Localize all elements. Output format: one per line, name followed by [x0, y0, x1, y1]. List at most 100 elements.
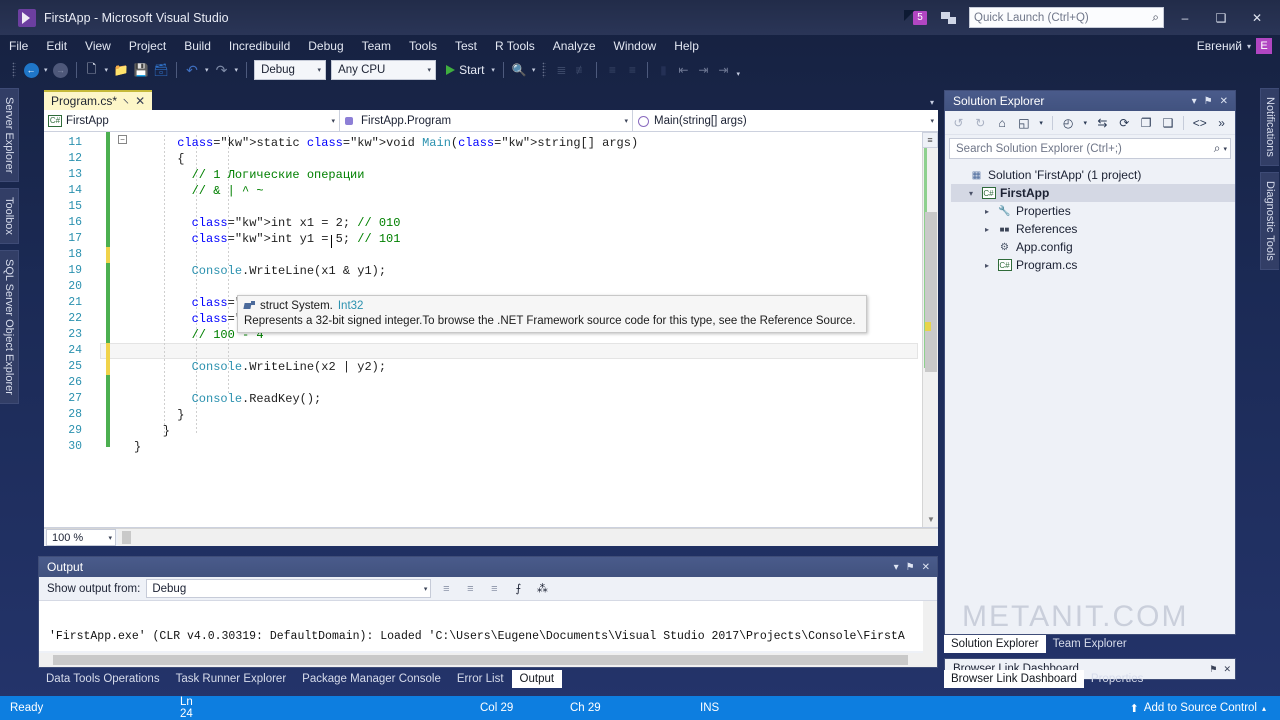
tab-browser-link-dashboard[interactable]: Browser Link Dashboard — [944, 670, 1084, 688]
output-text[interactable]: 'FirstApp.exe' (CLR v4.0.30319: DefaultD… — [39, 601, 937, 651]
tab-team-explorer[interactable]: Team Explorer — [1046, 635, 1134, 653]
navigate-forward-button[interactable]: → — [51, 59, 71, 81]
increase-indent-icon[interactable]: ≡ — [602, 59, 622, 81]
refresh-icon[interactable]: ⟳ — [1115, 113, 1134, 132]
editor-horizontal-scrollbar[interactable]: 100 % ▾ — [44, 528, 938, 546]
decrease-indent-icon[interactable]: ≡ — [622, 59, 642, 81]
chevron-down-icon[interactable]: ▾ — [1220, 145, 1227, 153]
collapse-all-icon[interactable]: ❐ — [1137, 113, 1156, 132]
find-message-icon[interactable]: ≡ — [437, 580, 455, 598]
toolbar-grip-2[interactable] — [542, 62, 547, 78]
close-icon[interactable]: ✕ — [135, 94, 145, 108]
tab-properties[interactable]: Properties — [1084, 670, 1150, 688]
menu-item-team[interactable]: Team — [353, 37, 400, 55]
avatar[interactable]: E — [1256, 38, 1272, 54]
add-to-source-control-button[interactable]: ⬆ Add to Source Control ▴ — [1130, 702, 1280, 715]
tree-node-properties[interactable]: ▸ 🔧 Properties — [951, 202, 1235, 220]
clear-bookmarks-icon[interactable]: ⇥ — [713, 59, 733, 81]
menu-item-debug[interactable]: Debug — [299, 37, 352, 55]
bottom-tab-data-tools-operations[interactable]: Data Tools Operations — [38, 670, 168, 688]
show-all-files-icon[interactable]: ◱ — [1015, 113, 1034, 132]
account-group[interactable]: Евгений ▾ E — [1197, 38, 1280, 54]
horizontal-scroll-track[interactable] — [118, 529, 936, 546]
output-horizontal-scrollbar[interactable] — [39, 653, 937, 667]
twisty-icon[interactable]: ▸ — [981, 207, 993, 216]
menu-item-build[interactable]: Build — [175, 37, 220, 55]
quick-find-icon[interactable]: 🔍 — [509, 59, 529, 81]
properties-icon[interactable]: ❑ — [1159, 113, 1178, 132]
redo-icon[interactable]: ↷ — [212, 59, 232, 81]
split-view-handle[interactable]: ≡ — [922, 132, 938, 148]
bottom-tab-output[interactable]: Output — [511, 670, 563, 688]
dock-tab-server-explorer[interactable]: Server Explorer — [0, 88, 19, 183]
quick-launch-input[interactable]: Quick Launch (Ctrl+Q) ⌕ — [969, 7, 1164, 28]
tree-node-firstapp[interactable]: ▾ C# FirstApp — [951, 184, 1235, 202]
save-all-icon[interactable]: 🗃 — [151, 59, 171, 81]
menu-item-file[interactable]: File — [0, 37, 37, 55]
menu-item-help[interactable]: Help — [665, 37, 708, 55]
dock-tab-diagnostic-tools[interactable]: Diagnostic Tools — [1260, 171, 1279, 270]
zoom-level-combo[interactable]: 100 % ▾ — [46, 529, 116, 546]
menu-item-view[interactable]: View — [76, 37, 120, 55]
tree-node-references[interactable]: ▸ ■■ References — [951, 220, 1235, 238]
view-code-icon[interactable]: <> — [1190, 113, 1209, 132]
output-source-combo[interactable]: Debug ▾ — [146, 579, 432, 598]
minimize-button[interactable]: – — [1170, 6, 1200, 30]
navbar-project-combo[interactable]: C# FirstApp ▾ — [44, 110, 340, 131]
pin-icon[interactable]: – — [120, 95, 133, 108]
bottom-tab-error-list[interactable]: Error List — [449, 670, 512, 688]
solution-platform-combo[interactable]: Any CPU ▾ — [331, 60, 437, 80]
dock-tab-sql-server-object-explorer[interactable]: SQL Server Object Explorer — [0, 250, 19, 405]
new-project-dropdown-icon[interactable]: ▾ — [102, 66, 112, 74]
solution-explorer-search-input[interactable]: Search Solution Explorer (Ctrl+;) ⌕ ▾ — [949, 138, 1231, 159]
toolbar-grip[interactable] — [12, 62, 16, 78]
pending-changes-filter-icon[interactable]: ◴ — [1059, 113, 1078, 132]
menu-item-tools[interactable]: Tools — [400, 37, 446, 55]
menu-item-analyze[interactable]: Analyze — [544, 37, 605, 55]
chevron-down-icon[interactable]: ▾ — [894, 562, 899, 573]
menu-item-test[interactable]: Test — [446, 37, 486, 55]
send-feedback-icon[interactable] — [941, 11, 957, 25]
quick-find-dropdown-icon[interactable]: ▾ — [529, 66, 539, 74]
undo-icon[interactable]: ↶ — [182, 59, 202, 81]
dock-tab-toolbox[interactable]: Toolbox — [0, 188, 19, 245]
editor-vertical-scrollbar[interactable]: ▲ ▼ — [922, 132, 938, 527]
close-button[interactable]: ✕ — [1242, 6, 1272, 30]
previous-bookmark-icon[interactable]: ⇤ — [673, 59, 693, 81]
chevron-down-icon[interactable]: ▾ — [1192, 96, 1197, 107]
twisty-icon[interactable]: ▸ — [981, 225, 993, 234]
pin-icon[interactable]: ⚑ — [906, 562, 915, 573]
twisty-icon[interactable]: ▸ — [981, 261, 993, 270]
go-to-previous-icon[interactable]: ≡ — [461, 580, 479, 598]
clear-all-icon[interactable]: ⨍ — [509, 580, 527, 598]
toggle-bookmark-icon[interactable]: ▮ — [653, 59, 673, 81]
navbar-type-combo[interactable]: FirstApp.Program ▾ — [340, 110, 633, 131]
navigate-backward-button[interactable]: ← — [21, 59, 41, 81]
start-dropdown-icon[interactable]: ▾ — [488, 66, 498, 74]
comment-selection-icon[interactable]: ≣ — [551, 59, 571, 81]
close-icon[interactable]: ✕ — [1220, 96, 1228, 107]
tabstrip-overflow-icon[interactable]: ▾ — [930, 98, 938, 110]
chevron-down-icon-2[interactable]: ▾ — [1081, 113, 1090, 132]
bottom-tab-package-manager-console[interactable]: Package Manager Console — [294, 670, 449, 688]
code-surface[interactable]: − 11 12 13 14 15 16 17 18 19 20 21 22 23 24 25 26 27 28 29… — [44, 132, 938, 528]
bottom-tab-task-runner-explorer[interactable]: Task Runner Explorer — [168, 670, 295, 688]
menu-item-window[interactable]: Window — [605, 37, 666, 55]
notifications-button[interactable]: 5 — [904, 10, 927, 25]
new-project-icon[interactable]: 🗋 — [82, 59, 102, 81]
undo-dropdown-icon[interactable]: ▾ — [202, 66, 212, 74]
open-file-icon[interactable]: 📁 — [111, 59, 131, 81]
close-icon[interactable]: ✕ — [922, 562, 930, 573]
document-tab-program-cs[interactable]: Program.cs* – ✕ — [44, 90, 153, 110]
maximize-button[interactable]: ❑ — [1206, 6, 1236, 30]
dock-tab-notifications[interactable]: Notifications — [1260, 88, 1279, 166]
menu-item-rtools[interactable]: R Tools — [486, 37, 544, 55]
navbar-member-combo[interactable]: Main(string[] args) ▾ — [633, 110, 938, 131]
pin-icon[interactable]: ⚑ — [1204, 96, 1213, 107]
toggle-word-wrap-icon[interactable]: ⁂ — [533, 580, 551, 598]
horizontal-scroll-thumb[interactable] — [122, 531, 131, 544]
tree-node-app-config[interactable]: ⚙ App.config — [951, 238, 1235, 256]
chevron-down-icon[interactable]: ▾ — [1036, 113, 1045, 132]
collapse-region-icon[interactable]: − — [118, 135, 127, 144]
uncomment-selection-icon[interactable]: ≢ — [571, 59, 591, 81]
